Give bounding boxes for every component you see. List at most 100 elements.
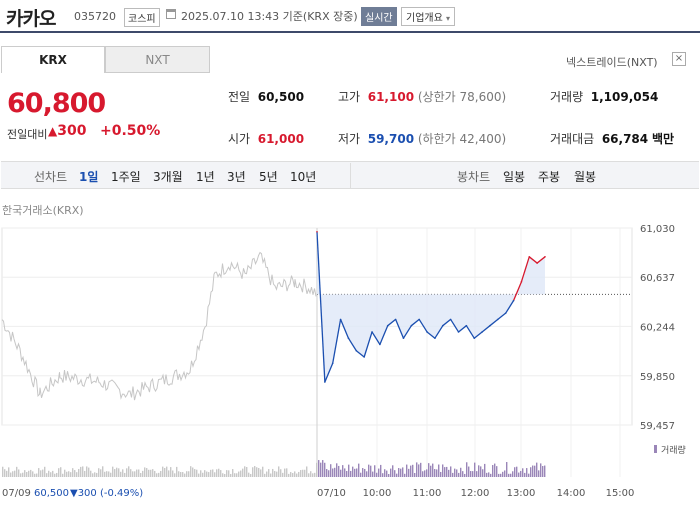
volume-bar xyxy=(164,467,166,477)
volume-bar xyxy=(76,472,78,477)
period-3m[interactable]: 3개월 xyxy=(153,168,183,185)
volume-bar xyxy=(404,473,406,477)
x-tick-label: 11:00 xyxy=(413,488,442,499)
volume-bar xyxy=(92,473,94,477)
volume-bar xyxy=(386,470,388,477)
data-point xyxy=(497,318,499,321)
volume-bar xyxy=(72,468,74,477)
y-axis-ticks: 61,030 60,637 60,244 59,850 59,457 xyxy=(640,224,675,432)
volume-bar xyxy=(132,471,134,477)
data-point xyxy=(449,318,452,321)
volume-bar xyxy=(256,467,258,477)
volume-bar xyxy=(112,466,114,477)
volume-bar xyxy=(82,466,84,477)
data-point xyxy=(434,337,436,340)
volume-bar xyxy=(140,473,142,477)
period-5y[interactable]: 5년 xyxy=(259,168,278,185)
volume-bar xyxy=(448,469,450,477)
volume-bar xyxy=(422,471,424,477)
volume-bar xyxy=(68,471,70,477)
volume-bar xyxy=(206,471,208,477)
low-label: 저가 xyxy=(338,132,361,146)
data-point xyxy=(394,318,397,321)
volume-bar xyxy=(200,470,202,477)
volume-bar xyxy=(458,472,460,477)
volume-bar xyxy=(54,473,56,477)
data-point xyxy=(457,331,460,333)
volume-bar xyxy=(142,470,144,477)
volume-bar xyxy=(530,467,532,477)
volume-bar xyxy=(346,470,348,477)
volume-bar xyxy=(84,470,86,477)
volume-bar xyxy=(338,465,340,477)
volume-bar xyxy=(106,471,108,477)
stock-code: 035720 xyxy=(74,10,116,23)
low-value: 59,700 xyxy=(367,132,415,146)
volume-bar xyxy=(248,472,250,477)
data-point xyxy=(355,349,358,352)
period-10y[interactable]: 10년 xyxy=(290,168,316,185)
volume-bar xyxy=(78,468,80,477)
period-1d[interactable]: 1일 xyxy=(79,168,98,185)
volume-bar xyxy=(318,460,320,477)
period-monthly[interactable]: 월봉 xyxy=(574,168,596,185)
period-weekly[interactable]: 주봉 xyxy=(538,168,560,185)
volume-bar xyxy=(44,466,46,477)
volume-bar xyxy=(510,473,512,477)
high-label: 고가 xyxy=(338,90,361,104)
data-point xyxy=(473,337,476,340)
volume-bar xyxy=(114,469,116,477)
tab-krx[interactable]: KRX xyxy=(1,46,105,73)
volume-bar xyxy=(360,472,362,477)
nextrade-link[interactable]: 넥스트레이드(NXT) xyxy=(566,54,658,70)
volume-bar xyxy=(450,466,452,477)
data-point xyxy=(386,324,389,327)
volume-bar xyxy=(424,470,426,477)
volume-bar xyxy=(470,471,472,477)
period-3y[interactable]: 3년 xyxy=(227,168,246,185)
volume-bar xyxy=(14,470,16,477)
volume-bar xyxy=(48,470,50,477)
volume-bar xyxy=(56,472,58,477)
close-icon[interactable]: × xyxy=(672,52,686,66)
volume-bar xyxy=(358,463,360,477)
volume-bar xyxy=(168,470,170,477)
volume-bar xyxy=(96,472,98,477)
volume-bar xyxy=(160,470,162,477)
period-daily[interactable]: 일봉 xyxy=(503,168,525,185)
volume-bar xyxy=(278,466,280,477)
volume-bar xyxy=(192,467,194,477)
volume-bar xyxy=(108,471,110,477)
period-1w[interactable]: 1주일 xyxy=(111,168,141,185)
volume-bar xyxy=(502,471,504,477)
x-tick-label: 15:00 xyxy=(606,488,635,499)
volume-bar xyxy=(94,472,96,477)
volume-bar xyxy=(478,465,480,477)
stock-name: 카카오 xyxy=(6,8,56,30)
tab-nxt[interactable]: NXT xyxy=(105,46,210,73)
price-chart[interactable]: 61,030 60,637 60,244 59,850 59,457 07/10 10:0… xyxy=(0,215,700,515)
volume-bar xyxy=(514,467,516,477)
realtime-badge[interactable]: 실시간 xyxy=(361,7,397,26)
period-1y[interactable]: 1년 xyxy=(196,168,215,185)
data-point xyxy=(410,324,413,327)
volume-bar xyxy=(298,471,300,477)
volume-bar xyxy=(26,471,28,477)
volume-bar xyxy=(292,473,294,477)
company-info-button[interactable]: 기업개요 ▾ xyxy=(401,7,456,26)
volume-bar xyxy=(52,470,54,477)
volume-bar xyxy=(306,466,308,477)
volume-bar xyxy=(270,473,272,477)
high-value: 61,100 xyxy=(367,90,415,104)
volume-bar xyxy=(382,473,384,477)
volume-bar xyxy=(170,467,172,477)
volume-bar xyxy=(46,473,48,477)
volume-bar xyxy=(544,465,546,477)
volume-bar xyxy=(416,462,418,477)
volume-bar xyxy=(340,469,342,477)
volume-bar xyxy=(400,468,402,477)
volume-bar xyxy=(504,470,506,477)
volume-bar xyxy=(322,460,324,477)
volume-bar xyxy=(398,468,400,477)
volume-bar xyxy=(98,468,100,477)
